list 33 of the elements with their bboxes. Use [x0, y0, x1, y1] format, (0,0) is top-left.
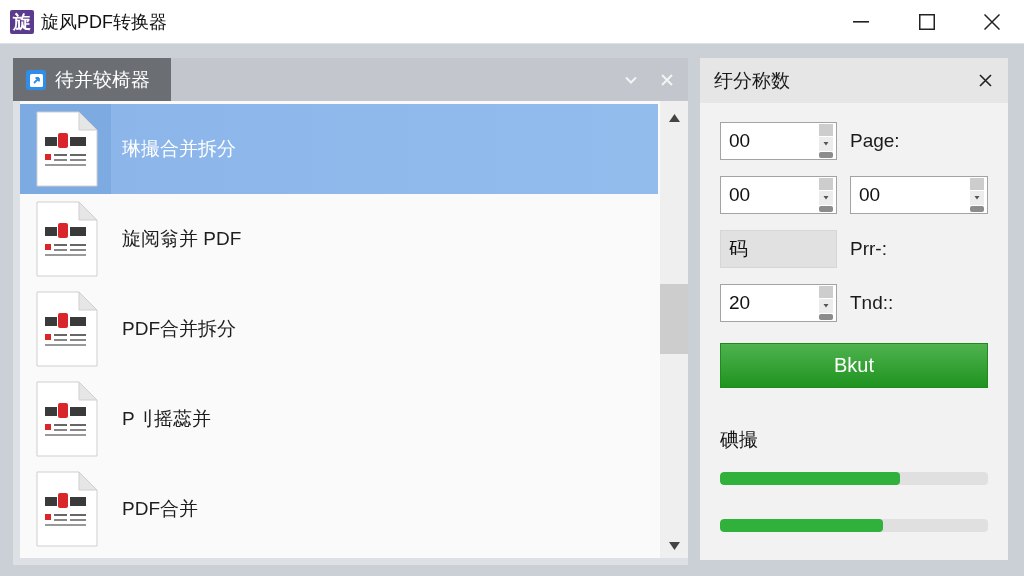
spinner-icon[interactable]	[819, 286, 833, 320]
document-icon	[36, 111, 98, 187]
document-icon	[36, 471, 98, 547]
scroll-down-icon[interactable]	[668, 542, 680, 550]
list-item[interactable]: PDF合并拆分	[20, 284, 658, 374]
panel-tab[interactable]: 待并较椅器	[13, 58, 171, 101]
document-icon	[36, 201, 98, 277]
spinner-icon[interactable]	[970, 178, 984, 212]
close-icon	[984, 13, 1000, 30]
list-item[interactable]: PDF合并	[20, 464, 658, 554]
field-label: Page:	[850, 130, 900, 152]
progress-label: 碘撮	[720, 428, 759, 452]
number-field[interactable]: 00	[720, 176, 837, 214]
spinner-icon[interactable]	[819, 178, 833, 212]
app-logo: 旋	[10, 9, 34, 34]
document-icon	[36, 381, 98, 457]
number-field[interactable]: 00	[720, 122, 837, 160]
scrollbar-thumb[interactable]	[660, 284, 688, 354]
scroll-up-icon[interactable]	[668, 114, 680, 122]
list-item[interactable]: 旋阅翁并 PDF	[20, 194, 658, 284]
field-label: Tnd::	[850, 292, 894, 314]
close-icon[interactable]	[979, 74, 992, 87]
list-item[interactable]: P刂摇蕊并	[20, 374, 658, 464]
spinner-icon[interactable]	[819, 124, 833, 158]
number-field[interactable]: 20	[720, 284, 837, 322]
maximize-icon	[919, 13, 935, 30]
window-title: 旋风PDF转换器	[41, 10, 167, 34]
scrollbar[interactable]	[660, 101, 688, 558]
minimize-icon	[853, 20, 869, 23]
panel-title: 纡分称数	[714, 68, 790, 93]
field-label: Prr-:	[850, 238, 887, 260]
document-icon	[36, 291, 98, 367]
number-field[interactable]: 00	[850, 176, 988, 214]
